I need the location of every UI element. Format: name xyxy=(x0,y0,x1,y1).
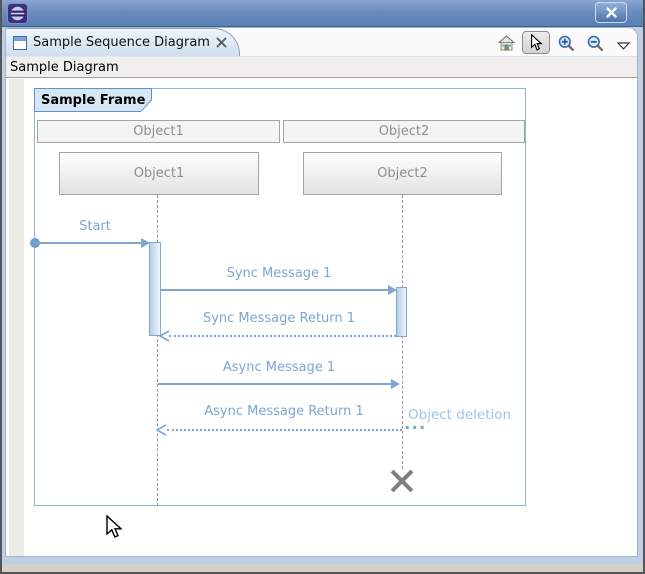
object-deletion-ellipsis[interactable]: ... xyxy=(404,414,426,434)
diagram-editor-icon xyxy=(13,36,27,50)
editor-tab-row: Sample Sequence Diagram xyxy=(6,28,637,56)
sync-message-1-label[interactable]: Sync Message 1 xyxy=(179,266,379,281)
lifeline-head-object2[interactable]: Object2 xyxy=(303,152,502,195)
window-close-icon xyxy=(606,7,617,18)
sync-message-return-1-arrowhead xyxy=(159,330,171,342)
async-message-1-arrowhead xyxy=(391,379,400,389)
start-message-label[interactable]: Start xyxy=(40,219,150,234)
async-message-1-line[interactable] xyxy=(158,383,392,385)
mouse-cursor xyxy=(105,515,122,539)
interaction-frame[interactable] xyxy=(34,88,526,506)
column-header-object2-label: Object2 xyxy=(379,124,430,139)
sync-message-1-line[interactable] xyxy=(161,289,389,291)
zoom-in-button[interactable] xyxy=(557,34,575,52)
select-tool-icon xyxy=(530,34,542,51)
column-header-object1[interactable]: Object1 xyxy=(37,120,280,143)
diagram-header: Sample Diagram xyxy=(6,56,637,78)
object-deletion-cross[interactable] xyxy=(389,468,415,494)
lifeline-head-object2-label: Object2 xyxy=(377,166,428,181)
view-menu-button[interactable] xyxy=(614,37,632,55)
sync-message-1-arrowhead xyxy=(388,285,397,295)
column-header-object1-label: Object1 xyxy=(133,124,184,139)
async-message-return-1-arrowhead xyxy=(156,424,168,436)
application-window: Sample Sequence Diagram xyxy=(0,0,645,574)
canvas-left-margin xyxy=(9,79,24,557)
home-icon xyxy=(498,35,515,51)
zoom-out-icon xyxy=(587,35,604,52)
async-message-1-label[interactable]: Async Message 1 xyxy=(179,360,379,375)
start-message-line[interactable] xyxy=(35,242,142,244)
select-tool-button[interactable] xyxy=(522,31,550,54)
frame-label-text: Sample Frame xyxy=(35,89,151,111)
activation-bar-object2[interactable] xyxy=(396,287,407,337)
column-header-object2[interactable]: Object2 xyxy=(283,120,525,143)
async-message-return-1-label[interactable]: Async Message Return 1 xyxy=(169,404,399,419)
eclipse-logo-icon xyxy=(7,3,28,24)
frame-label-pentagon[interactable]: Sample Frame xyxy=(34,88,152,112)
window-close-button[interactable] xyxy=(595,2,627,23)
editor-tab-sample-sequence-diagram[interactable]: Sample Sequence Diagram xyxy=(6,28,240,56)
tab-close-icon[interactable] xyxy=(216,37,227,48)
lifeline-head-object1-label: Object1 xyxy=(134,166,185,181)
zoom-in-icon xyxy=(558,35,575,52)
sync-message-return-1-label[interactable]: Sync Message Return 1 xyxy=(169,311,389,326)
diagram-header-title: Sample Diagram xyxy=(10,60,119,75)
sync-message-return-1-line[interactable] xyxy=(169,335,396,337)
home-button[interactable] xyxy=(497,34,515,52)
window-titlebar xyxy=(0,0,645,27)
zoom-out-button[interactable] xyxy=(586,34,604,52)
lifeline-head-object1[interactable]: Object1 xyxy=(59,152,259,195)
chevron-down-icon xyxy=(617,42,630,50)
async-message-return-1-line[interactable] xyxy=(167,429,402,431)
activation-bar-object1[interactable] xyxy=(149,242,161,336)
editor-tab-title: Sample Sequence Diagram xyxy=(33,35,210,50)
